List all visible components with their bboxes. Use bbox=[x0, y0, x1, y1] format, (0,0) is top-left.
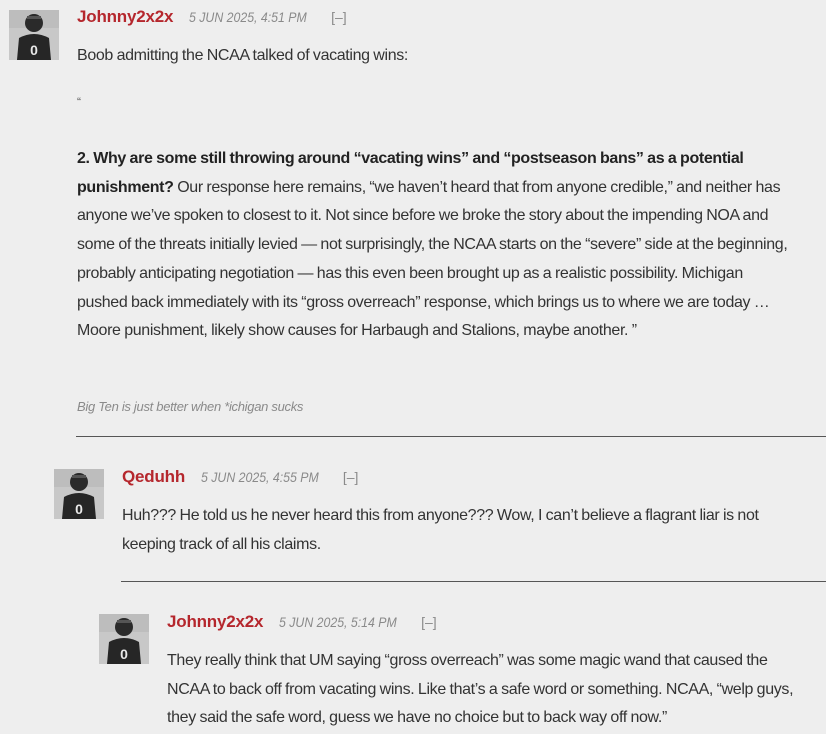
comment-quote: 2. Why are some still throwing around “v… bbox=[77, 145, 789, 346]
comment-header: Johnny2x2x 5 JUN 2025, 5:14 PM [–] bbox=[167, 612, 437, 632]
divider bbox=[76, 436, 826, 437]
divider bbox=[121, 581, 826, 582]
avatar-player-image: 0 bbox=[99, 614, 149, 664]
collapse-button[interactable]: [–] bbox=[421, 614, 437, 630]
comment-intro: Boob admitting the NCAA talked of vacati… bbox=[77, 47, 409, 64]
comment-author[interactable]: Johnny2x2x bbox=[77, 7, 173, 27]
svg-text:0: 0 bbox=[30, 42, 38, 58]
avatar[interactable]: 0 bbox=[9, 10, 59, 60]
avatar[interactable]: 0 bbox=[99, 614, 149, 664]
collapse-button[interactable]: [–] bbox=[343, 469, 359, 485]
comment-2: 0 Qeduhh 5 JUN 2025, 4:55 PM [–] Huh??? … bbox=[0, 440, 826, 585]
comment-1: 0 Johnny2x2x 5 JUN 2025, 4:51 PM [–] Boo… bbox=[0, 0, 826, 440]
comment-date[interactable]: 5 JUN 2025, 4:51 PM bbox=[189, 9, 307, 25]
comment-header: Johnny2x2x 5 JUN 2025, 4:51 PM [–] bbox=[77, 7, 347, 27]
comment-date[interactable]: 5 JUN 2025, 4:55 PM bbox=[201, 469, 319, 485]
comment-author[interactable]: Johnny2x2x bbox=[167, 612, 263, 632]
avatar-player-image: 0 bbox=[54, 469, 104, 519]
comment-date[interactable]: 5 JUN 2025, 5:14 PM bbox=[279, 614, 397, 630]
blockquote-mark: “ bbox=[77, 95, 81, 109]
comment-header: Qeduhh 5 JUN 2025, 4:55 PM [–] bbox=[122, 467, 358, 487]
comment-body: They really think that UM saying “gross … bbox=[167, 652, 794, 727]
quote-body: Our response here remains, “we haven’t h… bbox=[77, 178, 788, 340]
avatar[interactable]: 0 bbox=[54, 469, 104, 519]
svg-text:0: 0 bbox=[120, 646, 128, 662]
svg-text:0: 0 bbox=[75, 501, 83, 517]
collapse-button[interactable]: [–] bbox=[331, 9, 347, 25]
avatar-player-image: 0 bbox=[9, 10, 59, 60]
comment-3: 0 Johnny2x2x 5 JUN 2025, 5:14 PM [–] The… bbox=[0, 585, 826, 734]
comment-author[interactable]: Qeduhh bbox=[122, 467, 185, 487]
comment-signature: Big Ten is just better when *ichigan suc… bbox=[77, 399, 304, 414]
comment-body: Huh??? He told us he never heard this fr… bbox=[122, 507, 759, 553]
